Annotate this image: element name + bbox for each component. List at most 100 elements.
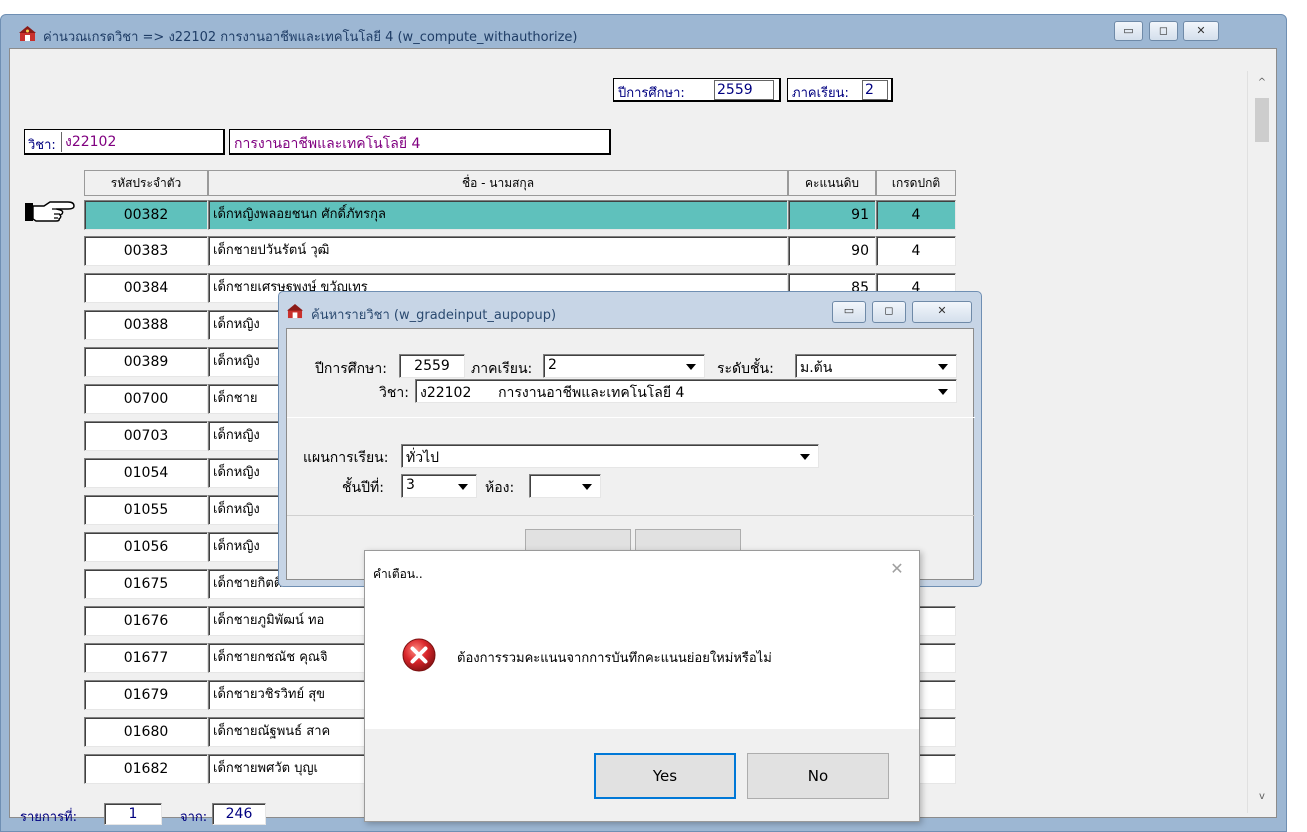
close-button[interactable]: ✕	[1183, 21, 1219, 41]
popup-grade-label: ชั้นปีที่:	[342, 480, 384, 496]
raw-score-cell[interactable]	[918, 643, 956, 673]
minimize-button[interactable]: ▭	[1114, 21, 1143, 41]
window-title: ค่านวณเกรดวิชา => ง22102 การงานอาชีพและเ…	[43, 30, 578, 45]
close-icon: ✕	[937, 304, 947, 317]
column-header-name[interactable]: ชื่อ - นามสกุล	[208, 170, 788, 196]
student-id-cell[interactable]: 01675	[84, 569, 208, 599]
popup-subject-value: ง22102 การงานอาชีพและเทคโนโลยี 4	[420, 385, 685, 401]
search-subject-window: ค้นหารายวิชา (w_gradeinput_aupopup) ▭ ◻ …	[278, 291, 982, 587]
raw-score-cell[interactable]	[918, 717, 956, 747]
popup-title: ค้นหารายวิชา (w_gradeinput_aupopup)	[311, 308, 557, 323]
student-id-cell[interactable]: 00700	[84, 384, 208, 414]
scroll-thumb[interactable]	[1255, 98, 1269, 142]
student-name-cell[interactable]: เด็กหญิงพลอยชนก ศักดิ์ภัทรกุล	[208, 200, 788, 230]
dropdown-arrow-icon[interactable]	[582, 484, 592, 490]
grade-cell[interactable]: 4	[876, 236, 956, 266]
student-id-cell[interactable]: 01682	[84, 754, 208, 784]
raw-score-cell[interactable]: 90	[788, 236, 876, 266]
app-icon	[19, 26, 36, 42]
popup-term-label: ภาคเรียน:	[471, 361, 533, 377]
popup-divider	[287, 417, 975, 418]
popup-room-label: ห้อง:	[485, 480, 515, 496]
grade-cell[interactable]: 4	[876, 200, 956, 230]
term-box: ภาคเรียน: 2	[787, 78, 893, 102]
student-id-cell[interactable]: 00388	[84, 310, 208, 340]
scroll-up-icon[interactable]: ^	[1254, 77, 1270, 89]
popup-client-area: ปีการศึกษา: 2559 ภาคเรียน: 2 ระดับชั้น: …	[286, 328, 975, 580]
maximize-button[interactable]: ◻	[1149, 21, 1178, 41]
popup-term-select[interactable]: 2	[543, 354, 705, 378]
dropdown-arrow-icon[interactable]	[800, 454, 810, 460]
record-value: 1	[104, 803, 162, 825]
subject-box: วิชา: ง22102	[24, 129, 225, 155]
student-id-cell[interactable]: 01677	[84, 643, 208, 673]
popup-plan-label: แผนการเรียน:	[303, 450, 389, 466]
yes-button[interactable]: Yes	[594, 753, 736, 799]
student-id-cell[interactable]: 00382	[84, 200, 208, 230]
error-icon	[401, 637, 437, 673]
dialog-footer: Yes No	[365, 729, 919, 821]
scroll-down-icon[interactable]: v	[1254, 791, 1270, 803]
warning-dialog: คำเตือน.. ✕ ต้องการรวมคะแนนจากการบันทึกค…	[364, 550, 920, 822]
student-id-cell[interactable]: 01679	[84, 680, 208, 710]
popup-level-label: ระดับชั้น:	[717, 361, 774, 377]
pointing-hand-icon	[24, 200, 76, 224]
student-id-cell[interactable]: 01676	[84, 606, 208, 636]
raw-score-cell[interactable]	[918, 680, 956, 710]
student-id-cell[interactable]: 00389	[84, 347, 208, 377]
subject-code: ง22102	[61, 132, 219, 152]
popup-subject-label: วิชา:	[379, 385, 409, 401]
popup-term-value: 2	[548, 357, 557, 373]
dialog-title: คำเตือน..	[373, 567, 423, 581]
popup-level-select[interactable]: ม.ต้น	[795, 354, 957, 378]
student-id-cell[interactable]: 00703	[84, 421, 208, 451]
popup-level-value: ม.ต้น	[800, 360, 833, 376]
popup-year-label: ปีการศึกษา:	[315, 361, 387, 377]
popup-subject-select[interactable]: ง22102 การงานอาชีพและเทคโนโลยี 4	[415, 379, 957, 403]
subject-label: วิชา:	[28, 138, 56, 153]
of-label: จาก:	[180, 810, 208, 825]
dropdown-arrow-icon[interactable]	[938, 389, 948, 395]
minimize-icon: ▭	[843, 304, 855, 317]
student-id-cell[interactable]: 01055	[84, 495, 208, 525]
vertical-scrollbar[interactable]: ^ v	[1247, 71, 1275, 813]
student-id-cell[interactable]: 00384	[84, 273, 208, 303]
popup-plan-select[interactable]: ทั่วไป	[401, 444, 819, 468]
raw-score-cell[interactable]: 91	[788, 200, 876, 230]
dropdown-arrow-icon[interactable]	[938, 364, 948, 370]
subject-name-box: การงานอาชีพและเทคโนโลยี 4	[229, 129, 611, 155]
year-box: ปีการศึกษา: 2559	[613, 78, 781, 102]
popup-grade-select[interactable]: 3	[401, 474, 477, 498]
term-value[interactable]: 2	[862, 80, 888, 100]
dropdown-arrow-icon[interactable]	[686, 364, 696, 370]
term-label: ภาคเรียน:	[792, 86, 849, 101]
popup-grade-value: 3	[406, 477, 415, 493]
maximize-icon: ◻	[1158, 24, 1169, 37]
minimize-icon: ▭	[1123, 24, 1134, 37]
maximize-button[interactable]: ◻	[872, 301, 906, 323]
record-label: รายการที่:	[20, 810, 78, 825]
raw-score-cell[interactable]	[918, 754, 956, 784]
raw-score-cell[interactable]	[918, 606, 956, 636]
no-button[interactable]: No	[747, 753, 889, 799]
student-name-cell[interactable]: เด็กชายปวันรัตน์ วุฒิ	[208, 236, 788, 266]
student-id-cell[interactable]: 01056	[84, 532, 208, 562]
student-id-cell[interactable]: 01054	[84, 458, 208, 488]
maximize-icon: ◻	[884, 304, 894, 317]
dropdown-arrow-icon[interactable]	[458, 484, 468, 490]
column-header-grade[interactable]: เกรดปกติ	[876, 170, 956, 196]
year-value[interactable]: 2559	[714, 80, 774, 100]
close-icon[interactable]: ✕	[887, 559, 907, 579]
popup-room-select[interactable]	[529, 474, 601, 498]
minimize-button[interactable]: ▭	[832, 301, 866, 323]
column-header-raw-score[interactable]: คะแนนดิบ	[788, 170, 876, 196]
student-id-cell[interactable]: 01680	[84, 717, 208, 747]
app-icon	[287, 304, 303, 319]
popup-divider	[287, 515, 975, 516]
year-label: ปีการศึกษา:	[618, 86, 685, 101]
student-id-cell[interactable]: 00383	[84, 236, 208, 266]
close-button[interactable]: ✕	[912, 301, 972, 323]
column-header-student-id[interactable]: รหัสประจำตัว	[84, 170, 208, 196]
subject-name: การงานอาชีพและเทคโนโลยี 4	[234, 136, 421, 152]
popup-year-input[interactable]: 2559	[399, 354, 465, 378]
